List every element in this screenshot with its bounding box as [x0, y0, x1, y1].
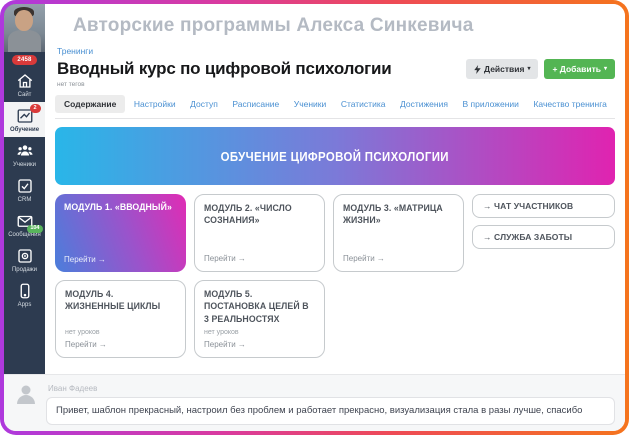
course-banner[interactable]: ОБУЧЕНИЕ ЦИФРОВОЙ ПСИХОЛОГИИ: [55, 127, 615, 185]
sidebar-item-sales[interactable]: Продажи: [4, 242, 45, 277]
participants-chat-button[interactable]: → ЧАТ УЧАСТНИКОВ: [472, 194, 615, 218]
envelope-icon: 104: [16, 212, 34, 230]
notification-count-badge: 2458: [12, 55, 36, 65]
module-go-link[interactable]: Перейти →: [204, 340, 315, 349]
house-icon: [16, 72, 34, 90]
tab-access[interactable]: Доступ: [184, 95, 224, 113]
page-title: Вводный курс по цифровой психологии: [57, 59, 392, 79]
app-title: Авторские программы Алекса Синкевича: [73, 15, 615, 37]
main-content: Авторские программы Алекса Синкевича Тре…: [45, 4, 625, 374]
sidebar: 2458 Сайт 2 О: [4, 4, 45, 374]
people-icon: [16, 142, 34, 160]
tab-bar: Содержание Настройки Доступ Расписание У…: [55, 95, 615, 119]
chevron-down-icon: ▾: [604, 66, 607, 72]
sidebar-item-label: Apps: [18, 302, 32, 308]
sidebar-item-students[interactable]: Ученики: [4, 137, 45, 172]
lightning-icon: [474, 65, 481, 74]
module-card-2[interactable]: МОДУЛЬ 2. «ЧИСЛО СОЗНАНИЯ» Перейти →: [194, 194, 325, 272]
tab-achievements[interactable]: Достижения: [394, 95, 454, 113]
tab-in-app[interactable]: В приложении: [457, 95, 525, 113]
commenter-name: Иван Фадеев: [48, 384, 615, 393]
learning-badge: 2: [30, 104, 41, 113]
care-service-button[interactable]: → СЛУЖБА ЗАБОТЫ: [472, 225, 615, 249]
module-title: МОДУЛЬ 3. «МАТРИЦА ЖИЗНИ»: [343, 203, 453, 228]
module-go-link[interactable]: Перейти →: [204, 254, 315, 263]
module-card-4[interactable]: МОДУЛЬ 4. ЖИЗНЕННЫЕ ЦИКЛЫ нет уроков Пер…: [55, 280, 186, 358]
comment-body: Иван Фадеев Привет, шаблон прекрасный, н…: [46, 382, 615, 425]
profile-photo[interactable]: [4, 4, 45, 52]
sidebar-item-label: CRM: [18, 197, 32, 203]
comment-text-box[interactable]: Привет, шаблон прекрасный, настроил без …: [46, 397, 615, 425]
checkbox-icon: [16, 177, 34, 195]
chevron-down-icon: ▾: [527, 66, 530, 72]
gradient-frame: 2458 Сайт 2 О: [0, 0, 629, 435]
sidebar-item-label: Продажи: [12, 267, 37, 273]
profile-photo-torso: [8, 30, 41, 52]
sidebar-item-crm[interactable]: CRM: [4, 172, 45, 207]
tab-content[interactable]: Содержание: [55, 95, 125, 113]
module-title: МОДУЛЬ 5. ПОСТАНОВКА ЦЕЛЕЙ В 3 РЕАЛЬНОСТ…: [204, 289, 314, 326]
sidebar-item-label: Обучение: [10, 127, 39, 133]
tab-statistics[interactable]: Статистика: [335, 95, 392, 113]
module-card-5[interactable]: МОДУЛЬ 5. ПОСТАНОВКА ЦЕЛЕЙ В 3 РЕАЛЬНОСТ…: [194, 280, 325, 358]
messages-badge: 104: [27, 225, 42, 234]
actions-button[interactable]: Действия ▾: [466, 59, 538, 79]
tab-students[interactable]: Ученики: [288, 95, 332, 113]
commenter-avatar-icon: [14, 382, 38, 406]
tab-settings[interactable]: Настройки: [128, 95, 182, 113]
add-button[interactable]: + Добавить ▾: [544, 59, 615, 79]
sidebar-item-site[interactable]: Сайт: [4, 67, 45, 102]
top-region: 2458 Сайт 2 О: [4, 4, 625, 374]
chart-icon: 2: [16, 107, 34, 125]
module-go-link[interactable]: Перейти →: [64, 255, 177, 264]
profile-photo-head: [15, 10, 33, 31]
app-window: 2458 Сайт 2 О: [4, 4, 625, 431]
sidebar-item-learning[interactable]: 2 Обучение: [4, 102, 45, 137]
module-card-3[interactable]: МОДУЛЬ 3. «МАТРИЦА ЖИЗНИ» Перейти →: [333, 194, 464, 272]
phone-icon: [16, 282, 34, 300]
title-row: Вводный курс по цифровой психологии Дейс…: [55, 59, 615, 79]
sidebar-item-apps[interactable]: Apps: [4, 277, 45, 312]
module-go-link[interactable]: Перейти →: [343, 254, 454, 263]
module-note: нет уроков: [204, 329, 315, 336]
module-title: МОДУЛЬ 1. «ВВОДНЫЙ»: [64, 202, 176, 214]
breadcrumb[interactable]: Тренинги: [57, 46, 93, 56]
sidebar-item-messages[interactable]: 104 Сообщения: [4, 207, 45, 242]
module-card-1[interactable]: МОДУЛЬ 1. «ВВОДНЫЙ» Перейти →: [55, 194, 186, 272]
module-go-link[interactable]: Перейти →: [65, 340, 176, 349]
comment-bar: Иван Фадеев Привет, шаблон прекрасный, н…: [4, 374, 625, 431]
tab-training-quality[interactable]: Качество тренинга: [527, 95, 612, 113]
sidebar-item-label: Ученики: [13, 162, 36, 168]
banner-title: ОБУЧЕНИЕ ЦИФРОВОЙ ПСИХОЛОГИИ: [221, 149, 449, 164]
tab-schedule[interactable]: Расписание: [226, 95, 285, 113]
side-links-column: → ЧАТ УЧАСТНИКОВ → СЛУЖБА ЗАБОТЫ: [472, 194, 615, 272]
module-title: МОДУЛЬ 4. ЖИЗНЕННЫЕ ЦИКЛЫ: [65, 289, 175, 314]
module-grid: МОДУЛЬ 1. «ВВОДНЫЙ» Перейти → МОДУЛЬ 2. …: [55, 194, 615, 358]
module-note: нет уроков: [65, 329, 176, 336]
safe-icon: [16, 247, 34, 265]
tags-label: нет тегов: [57, 81, 615, 88]
sidebar-item-label: Сайт: [18, 92, 32, 98]
module-title: МОДУЛЬ 2. «ЧИСЛО СОЗНАНИЯ»: [204, 203, 314, 228]
